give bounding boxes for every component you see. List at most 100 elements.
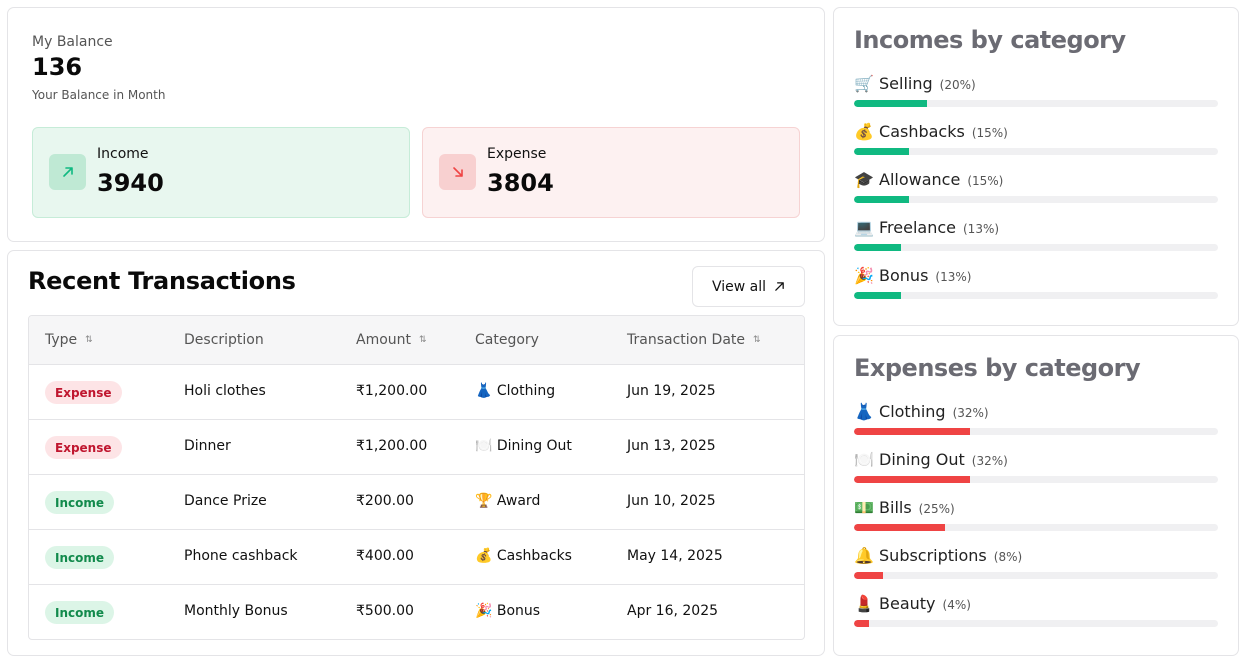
table-row: Income Monthly Bonus ₹500.00 🎉 Bonus Apr… (29, 585, 804, 639)
amount-cell: ₹500.00 (356, 603, 414, 619)
type-badge: Income (45, 491, 115, 514)
expense-category-item: 🔔 Subscriptions (8%) (854, 546, 1218, 586)
banknote-icon: 💵 (854, 498, 874, 517)
date-cell: May 14, 2025 (627, 548, 723, 564)
expense-summary: Expense 3804 (422, 127, 800, 218)
category-cell: 🏆 Award (475, 493, 541, 509)
type-badge: Expense (45, 381, 122, 404)
trophy-icon: 🏆 (475, 493, 493, 509)
progress-fill (854, 428, 971, 435)
graduation-cap-icon: 🎓 (854, 170, 874, 189)
view-all-label: View all (711, 278, 767, 295)
amount-cell: ₹1,200.00 (356, 383, 428, 399)
amount-cell: ₹200.00 (356, 493, 414, 509)
type-badge: Income (45, 546, 115, 569)
category-cell: 🍽️ Dining Out (475, 438, 572, 454)
party-popper-icon: 🎉 (475, 603, 493, 619)
progress-fill (854, 292, 902, 299)
date-cell: Jun 10, 2025 (627, 493, 716, 509)
clothing-icon: 👗 (854, 402, 874, 421)
income-category-item: 💰 Cashbacks (15%) (854, 122, 1218, 162)
clothing-icon: 👗 (475, 383, 493, 399)
incomes-by-category-title: Incomes by category (854, 26, 1126, 54)
arrow-up-right-icon (49, 154, 86, 190)
progress-fill (854, 244, 902, 251)
income-category-item: 🎓 Allowance (15%) (854, 170, 1218, 210)
money-bag-icon: 💰 (475, 548, 493, 564)
progress-track (854, 572, 1218, 579)
column-header-description: Description (184, 332, 264, 348)
amount-cell: ₹400.00 (356, 548, 414, 564)
income-value: 3940 (97, 169, 164, 197)
progress-fill (854, 148, 909, 155)
expense-label: Expense (487, 146, 547, 162)
sort-icon: ⇅ (85, 335, 93, 345)
expenses-by-category-title: Expenses by category (854, 354, 1141, 382)
transactions-table: Type ⇅ Description Amount ⇅ Category Trans… (28, 315, 805, 640)
recent-transactions-title: Recent Transactions (28, 267, 296, 295)
laptop-icon: 💻 (854, 218, 874, 237)
column-header-type[interactable]: Type ⇅ (45, 332, 93, 348)
lipstick-icon: 💄 (854, 594, 874, 613)
expense-category-item: 💵 Bills (25%) (854, 498, 1218, 538)
sort-icon: ⇅ (419, 335, 427, 345)
progress-track (854, 292, 1218, 299)
table-row: Income Dance Prize ₹200.00 🏆 Award Jun 1… (29, 475, 804, 530)
progress-fill (854, 476, 971, 483)
balance-label: My Balance (32, 34, 113, 50)
income-category-item: 💻 Freelance (13%) (854, 218, 1218, 258)
description-cell: Dinner (184, 438, 231, 454)
description-cell: Phone cashback (184, 548, 298, 564)
balance-value: 136 (32, 53, 83, 81)
progress-fill (854, 100, 927, 107)
income-category-item: 🛒 Selling (20%) (854, 74, 1218, 114)
dining-icon: 🍽️ (475, 438, 493, 454)
progress-track (854, 100, 1218, 107)
progress-track (854, 244, 1218, 251)
party-popper-icon: 🎉 (854, 266, 874, 285)
column-header-transaction-date[interactable]: Transaction Date ⇅ (627, 332, 761, 348)
date-cell: Jun 19, 2025 (627, 383, 716, 399)
table-row: Income Phone cashback ₹400.00 💰 Cashback… (29, 530, 804, 585)
date-cell: Jun 13, 2025 (627, 438, 716, 454)
incomes-by-category-card: Incomes by category 🛒 Selling (20%) 💰 Cas… (833, 7, 1239, 326)
view-all-button[interactable]: View all (692, 266, 805, 307)
column-header-amount[interactable]: Amount ⇅ (356, 332, 427, 348)
expense-category-item: 💄 Beauty (4%) (854, 594, 1218, 634)
recent-transactions-card: Recent Transactions View all Type ⇅ Descr… (7, 250, 825, 656)
progress-track (854, 476, 1218, 483)
description-cell: Dance Prize (184, 493, 267, 509)
sort-icon: ⇅ (753, 335, 761, 345)
table-row: Expense Dinner ₹1,200.00 🍽️ Dining Out J… (29, 420, 804, 475)
column-header-category: Category (475, 332, 539, 348)
category-cell: 👗 Clothing (475, 383, 556, 399)
amount-cell: ₹1,200.00 (356, 438, 428, 454)
date-cell: Apr 16, 2025 (627, 603, 719, 619)
description-cell: Holi clothes (184, 383, 266, 399)
arrow-down-right-icon (439, 154, 476, 190)
arrow-up-right-icon (775, 282, 784, 291)
progress-fill (854, 620, 869, 627)
balance-card: My Balance 136 Your Balance in Month Inc… (7, 7, 825, 242)
dining-icon: 🍽️ (854, 450, 874, 469)
progress-track (854, 196, 1218, 203)
expense-category-item: 🍽️ Dining Out (32%) (854, 450, 1218, 490)
expenses-by-category-card: Expenses by category 👗 Clothing (32%) 🍽️ … (833, 335, 1239, 656)
progress-track (854, 524, 1218, 531)
type-badge: Income (45, 601, 115, 624)
income-label: Income (97, 146, 149, 162)
money-bag-icon: 💰 (854, 122, 874, 141)
progress-fill (854, 196, 909, 203)
category-cell: 💰 Cashbacks (475, 548, 572, 564)
progress-track (854, 428, 1218, 435)
bell-icon: 🔔 (854, 546, 874, 565)
table-header: Type ⇅ Description Amount ⇅ Category Trans… (29, 316, 804, 365)
table-row: Expense Holi clothes ₹1,200.00 👗 Clothin… (29, 365, 804, 420)
category-cell: 🎉 Bonus (475, 603, 541, 619)
income-category-item: 🎉 Bonus (13%) (854, 266, 1218, 306)
progress-fill (854, 524, 945, 531)
description-cell: Monthly Bonus (184, 603, 288, 619)
income-summary: Income 3940 (32, 127, 410, 218)
cart-icon: 🛒 (854, 74, 874, 93)
progress-track (854, 148, 1218, 155)
